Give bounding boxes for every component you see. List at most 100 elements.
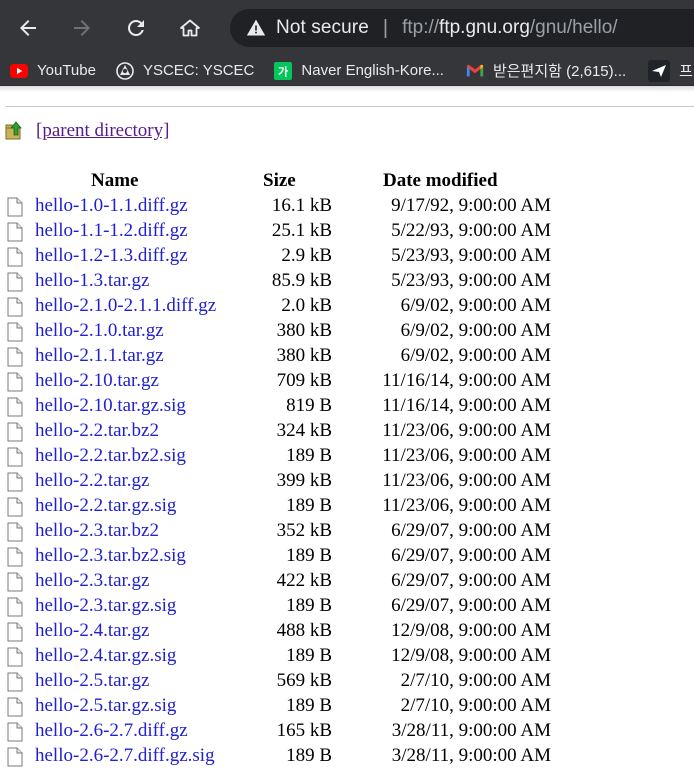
file-date-modified: 5/23/93, 9:00:00 AM <box>391 270 551 291</box>
file-date-modified: 11/23/06, 9:00:00 AM <box>382 470 551 491</box>
column-header-date[interactable]: Date modified <box>383 170 498 192</box>
file-icon <box>7 547 23 572</box>
table-row: hello-2.5.tar.gz.sig 189 B 2/7/10, 9:00:00… <box>0 695 694 720</box>
file-size: 380 kB <box>276 345 332 366</box>
svg-text:가: 가 <box>278 64 288 78</box>
file-listing-table: Name Size Date modified hello-1.0-1.1.di… <box>0 170 694 770</box>
file-link[interactable]: hello-1.2-1.3.diff.gz <box>35 245 188 267</box>
gmail-icon <box>466 62 484 80</box>
bookmark-gmail[interactable]: 받은편지함 (2,615)... <box>452 56 634 85</box>
file-icon <box>7 597 23 622</box>
up-folder-icon <box>5 121 22 140</box>
file-link[interactable]: hello-2.3.tar.bz2 <box>35 520 159 542</box>
file-icon <box>7 447 23 472</box>
table-row: hello-2.1.0.tar.gz 380 kB 6/9/02, 9:00:00 … <box>0 320 694 345</box>
file-icon <box>7 722 23 747</box>
table-row: hello-1.2-1.3.diff.gz 2.9 kB 5/23/93, 9:00… <box>0 245 694 270</box>
back-button[interactable] <box>8 8 48 48</box>
file-link[interactable]: hello-2.1.1.tar.gz <box>35 345 164 367</box>
parent-directory-link[interactable]: [parent directory] <box>36 120 169 142</box>
file-link[interactable]: hello-1.1-1.2.diff.gz <box>35 220 188 242</box>
table-row: hello-2.6-2.7.diff.gz.sig 189 B 3/28/11, 9… <box>0 745 694 770</box>
file-link[interactable]: hello-2.3.tar.gz <box>35 570 150 592</box>
file-size: 189 B <box>286 495 332 516</box>
file-link[interactable]: hello-2.4.tar.gz.sig <box>35 645 176 667</box>
file-icon <box>7 347 23 372</box>
table-row: hello-2.1.1.tar.gz 380 kB 6/9/02, 9:00:00 … <box>0 345 694 370</box>
file-icon <box>7 397 23 422</box>
security-status[interactable]: Not secure <box>276 17 369 39</box>
file-size: 25.1 kB <box>271 220 332 241</box>
file-link[interactable]: hello-2.3.tar.gz.sig <box>35 595 176 617</box>
file-size: 569 kB <box>276 670 332 691</box>
file-date-modified: 5/22/93, 9:00:00 AM <box>391 220 551 241</box>
url-path: /gnu/hello/ <box>529 17 618 38</box>
header-rule <box>6 106 694 107</box>
yscec-icon <box>116 61 134 80</box>
bookmark-yscec[interactable]: YSCEC: YSCEC <box>104 56 262 85</box>
file-size: 380 kB <box>276 320 332 341</box>
file-link[interactable]: hello-2.5.tar.gz <box>35 670 150 692</box>
file-date-modified: 6/29/07, 9:00:00 AM <box>391 595 551 616</box>
file-link[interactable]: hello-2.1.0-2.1.1.diff.gz <box>35 295 216 317</box>
file-link[interactable]: hello-2.10.tar.gz <box>35 370 159 392</box>
file-link[interactable]: hello-2.3.tar.bz2.sig <box>35 545 186 567</box>
file-icon <box>7 472 23 497</box>
file-link[interactable]: hello-2.4.tar.gz <box>35 620 150 642</box>
file-size: 189 B <box>286 745 332 766</box>
table-row: hello-2.3.tar.bz2.sig 189 B 6/29/07, 9:00:… <box>0 545 694 570</box>
file-link[interactable]: hello-2.2.tar.gz <box>35 470 150 492</box>
file-date-modified: 12/9/08, 9:00:00 AM <box>391 620 551 641</box>
table-row: hello-2.2.tar.gz.sig 189 B 11/23/06, 9:00:… <box>0 495 694 520</box>
file-size: 16.1 kB <box>271 195 332 216</box>
file-link[interactable]: hello-2.6-2.7.diff.gz <box>35 720 188 742</box>
bookmark-label: Naver English-Kore... <box>301 62 444 79</box>
table-row: hello-2.4.tar.gz.sig 189 B 12/9/08, 9:00:0… <box>0 645 694 670</box>
file-link[interactable]: hello-2.6-2.7.diff.gz.sig <box>35 745 215 767</box>
column-header-size[interactable]: Size <box>263 170 296 192</box>
bookmarks-bar: YouTube YSCEC: YSCEC 가 Naver English-Kor… <box>0 56 694 86</box>
file-date-modified: 11/16/14, 9:00:00 AM <box>382 370 551 391</box>
table-row: hello-2.10.tar.gz.sig 819 B 11/16/14, 9:00… <box>0 395 694 420</box>
column-header-name[interactable]: Name <box>91 170 138 192</box>
file-date-modified: 3/28/11, 9:00:00 AM <box>391 745 551 766</box>
omnibox-divider: | <box>382 16 389 39</box>
file-icon <box>7 297 23 322</box>
file-link[interactable]: hello-2.2.tar.gz.sig <box>35 495 176 517</box>
bookmark-label: 프 <box>679 63 693 80</box>
bookmark-naver-dictionary[interactable]: 가 Naver English-Kore... <box>262 56 452 85</box>
file-link[interactable]: hello-1.0-1.1.diff.gz <box>35 195 188 217</box>
file-icon <box>7 322 23 347</box>
forward-button[interactable] <box>62 8 102 48</box>
bookmark-overflow[interactable]: 프 <box>634 56 694 85</box>
file-date-modified: 11/16/14, 9:00:00 AM <box>382 395 551 416</box>
parent-directory-row[interactable]: [parent directory] <box>4 120 169 142</box>
table-row: hello-2.2.tar.bz2 324 kB 11/23/06, 9:00:00… <box>0 420 694 445</box>
table-row: hello-2.3.tar.bz2 352 kB 6/29/07, 9:00:00 … <box>0 520 694 545</box>
file-link[interactable]: hello-2.2.tar.bz2.sig <box>35 445 186 467</box>
file-link[interactable]: hello-2.1.0.tar.gz <box>35 320 164 342</box>
reload-button[interactable] <box>116 8 156 48</box>
file-size: 165 kB <box>276 720 332 741</box>
file-size: 324 kB <box>276 420 332 441</box>
bookmark-label: 받은편지함 (2,615)... <box>492 63 627 80</box>
table-header-row: Name Size Date modified <box>0 170 694 195</box>
file-size: 189 B <box>286 545 332 566</box>
bookmark-youtube[interactable]: YouTube <box>0 56 104 85</box>
file-date-modified: 2/7/10, 9:00:00 AM <box>400 695 551 716</box>
file-size: 2.0 kB <box>281 295 332 316</box>
file-link[interactable]: hello-2.2.tar.bz2 <box>35 420 159 442</box>
file-date-modified: 6/29/07, 9:00:00 AM <box>391 545 551 566</box>
file-size: 189 B <box>286 595 332 616</box>
warning-icon[interactable] <box>246 18 266 38</box>
file-link[interactable]: hello-2.10.tar.gz.sig <box>35 395 186 417</box>
url-text[interactable]: ftp://ftp.gnu.org/gnu/hello/ <box>402 17 618 39</box>
file-link[interactable]: hello-2.5.tar.gz.sig <box>35 695 176 717</box>
file-link[interactable]: hello-1.3.tar.gz <box>35 270 150 292</box>
table-row: hello-2.3.tar.gz.sig 189 B 6/29/07, 9:00:0… <box>0 595 694 620</box>
naver-dictionary-icon: 가 <box>274 61 293 80</box>
home-button[interactable] <box>170 8 210 48</box>
bookmark-label: YouTube <box>37 62 96 79</box>
address-bar[interactable]: Not secure | ftp://ftp.gnu.org/gnu/hello… <box>230 9 694 47</box>
file-size: 819 B <box>286 395 332 416</box>
